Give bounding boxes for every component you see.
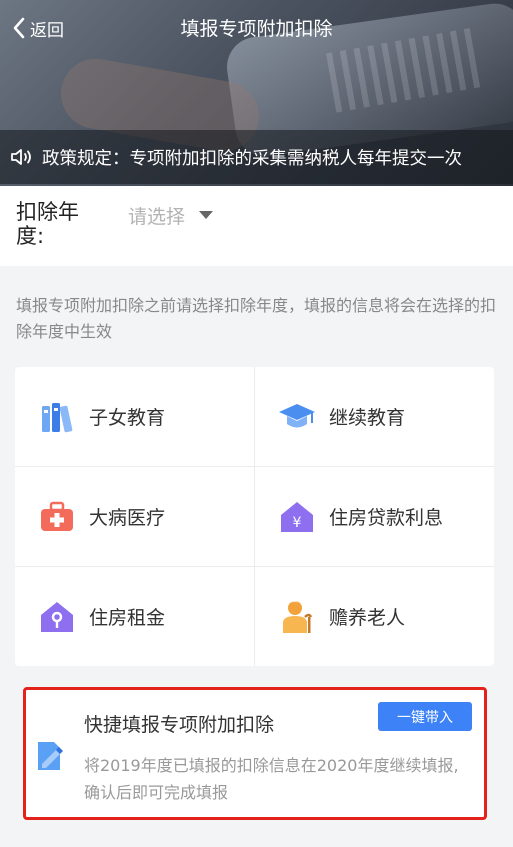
quick-fill-title: 快捷填报专项附加扣除 bbox=[84, 714, 275, 736]
house-yuan-icon: ¥ bbox=[277, 497, 317, 537]
deduction-year-placeholder: 请选择 bbox=[128, 205, 186, 228]
category-label: 住房贷款利息 bbox=[329, 507, 444, 529]
elderly-person-icon bbox=[277, 597, 317, 637]
deduction-category-grid: 子女教育 继续教育 大病医疗 ¥ 住房贷款利息 住房租金 赡养老人 bbox=[15, 367, 494, 666]
quick-fill-description: 将2019年度已填报的扣除信息在2020年度继续填报,确认后即可完成填报 bbox=[84, 756, 459, 802]
deduction-year-dropdown[interactable]: 请选择 bbox=[128, 200, 214, 230]
category-label: 住房租金 bbox=[89, 607, 166, 629]
house-key-icon bbox=[37, 597, 77, 637]
quick-fill-card: 快捷填报专项附加扣除 一键带入 将2019年度已填报的扣除信息在2020年度继续… bbox=[23, 687, 487, 820]
category-housing-loan-interest[interactable]: ¥ 住房贷款利息 bbox=[255, 467, 494, 566]
deduction-year-label: 扣除年度: bbox=[16, 200, 79, 248]
policy-notice: 政策规定：专项附加扣除的采集需纳税人每年提交一次 bbox=[0, 130, 513, 184]
caret-down-icon bbox=[199, 211, 214, 219]
top-bar: 返回 填报专项附加扣除 bbox=[0, 0, 513, 56]
year-hint-text: 填报专项附加扣除之前请选择扣除年度，填报的信息将会在选择的扣除年度中生效 bbox=[16, 296, 497, 341]
page-title: 填报专项附加扣除 bbox=[180, 18, 333, 40]
category-elderly-support[interactable]: 赡养老人 bbox=[255, 567, 494, 666]
header-banner: 返回 填报专项附加扣除 政策规定：专项附加扣除的采集需纳税人每年提交一次 bbox=[0, 0, 513, 186]
speaker-icon bbox=[11, 149, 31, 165]
category-continuing-education[interactable]: 继续教育 bbox=[255, 367, 494, 466]
category-label: 大病医疗 bbox=[89, 507, 166, 529]
category-housing-rent[interactable]: 住房租金 bbox=[15, 567, 254, 666]
category-serious-illness-medical[interactable]: 大病医疗 bbox=[15, 467, 254, 566]
books-icon bbox=[37, 397, 77, 437]
medical-kit-icon bbox=[37, 497, 77, 537]
policy-notice-text: 政策规定：专项附加扣除的采集需纳税人每年提交一次 bbox=[42, 148, 462, 169]
edit-document-icon bbox=[38, 742, 63, 770]
svg-text:¥: ¥ bbox=[293, 515, 302, 531]
deduction-year-row: 扣除年度: 请选择 bbox=[0, 186, 513, 266]
category-children-education[interactable]: 子女教育 bbox=[15, 367, 254, 466]
category-label: 继续教育 bbox=[329, 407, 406, 429]
graduation-cap-icon bbox=[277, 397, 317, 437]
one-click-import-button[interactable]: 一键带入 bbox=[378, 702, 472, 731]
category-label: 子女教育 bbox=[89, 407, 166, 429]
category-label: 赡养老人 bbox=[329, 607, 406, 629]
